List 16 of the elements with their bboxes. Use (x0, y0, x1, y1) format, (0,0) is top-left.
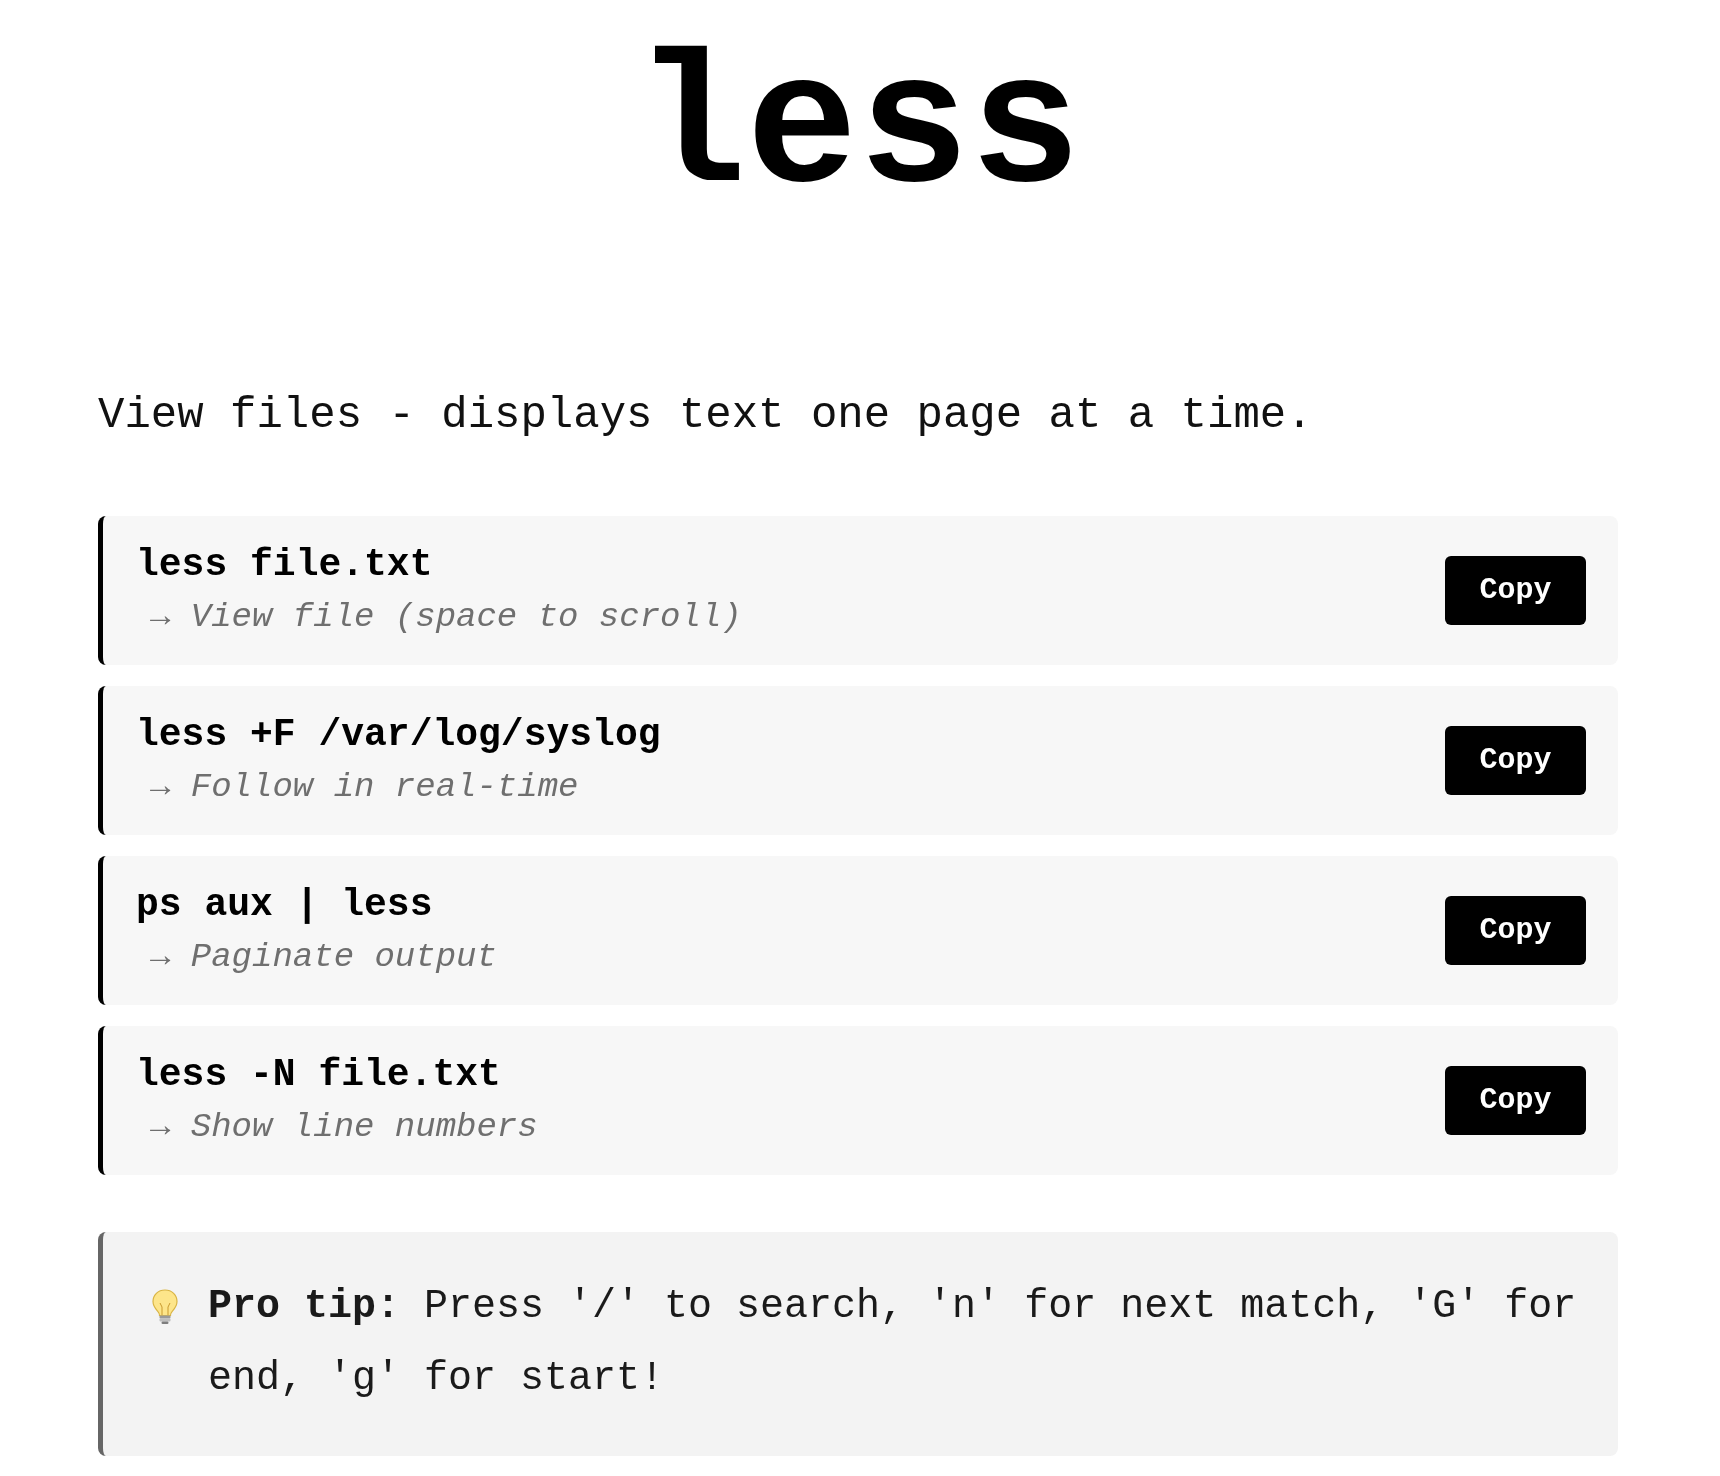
command-description: → Follow in real-time (150, 767, 580, 809)
page-title: less (633, 38, 1083, 224)
command-text: less file.txt (136, 542, 434, 589)
command-description: → Paginate output (150, 937, 497, 979)
command-text: less -N file.txt (136, 1052, 502, 1099)
command-text: ps aux | less (136, 882, 434, 929)
tip-text: Pro tip: Press '/' to search, 'n' for next match, 'G' for end, 'g' for start! (208, 1282, 1578, 1403)
copy-button[interactable]: Copy (1445, 725, 1586, 795)
command-text: less +F /var/log/syslog (136, 712, 661, 759)
lightbulb-icon (151, 1288, 179, 1325)
command-description: → View file (space to scroll) (150, 597, 742, 639)
command-description: → Show line numbers (150, 1107, 538, 1149)
copy-button[interactable]: Copy (1445, 1065, 1586, 1135)
copy-button[interactable]: Copy (1445, 895, 1586, 965)
copy-button[interactable]: Copy (1445, 555, 1586, 625)
page-description: View files - displays text one page at a time. (98, 389, 1314, 442)
